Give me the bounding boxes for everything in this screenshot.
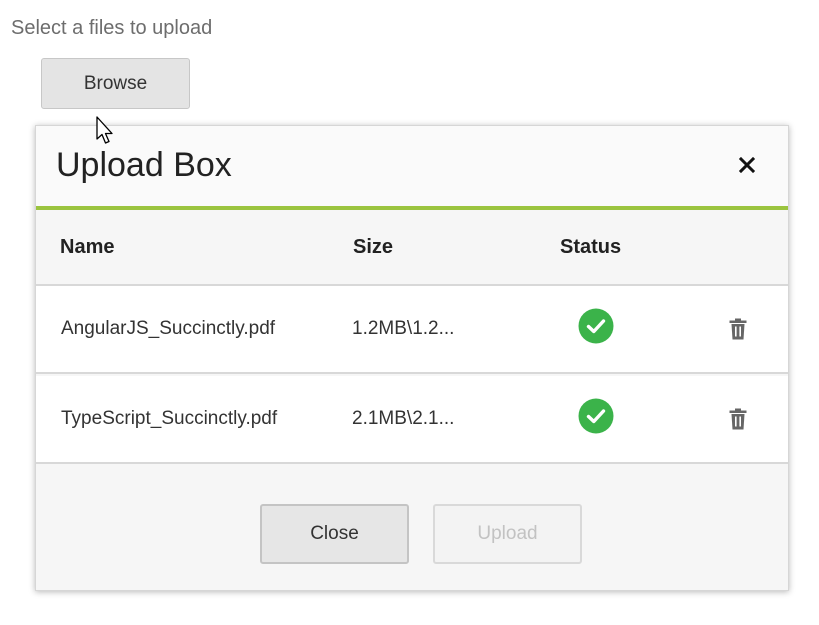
close-icon[interactable]: [736, 154, 758, 176]
check-circle-icon: [578, 398, 614, 434]
file-row: AngularJS_Succinctly.pdf 1.2MB\1.2...: [36, 286, 788, 374]
trash-icon[interactable]: [728, 318, 748, 340]
file-row: TypeScript_Succinctly.pdf 2.1MB\2.1...: [36, 376, 788, 464]
upload-prompt: Select a files to upload: [11, 17, 213, 39]
column-header-status: Status: [560, 236, 622, 258]
column-header-size: Size: [353, 236, 394, 258]
file-table-header: Name Size Status: [36, 210, 788, 286]
upload-button[interactable]: Upload: [433, 504, 582, 564]
page: Select a files to upload Browse Upload B…: [0, 0, 819, 625]
dialog-title: Upload Box: [56, 146, 232, 184]
file-size: 2.1MB\2.1...: [352, 408, 455, 429]
close-button[interactable]: Close: [260, 504, 409, 564]
dialog-header: Upload Box: [36, 126, 788, 210]
browse-button[interactable]: Browse: [41, 58, 190, 109]
file-size: 1.2MB\1.2...: [352, 318, 455, 339]
trash-icon[interactable]: [728, 408, 748, 430]
upload-dialog: Upload Box Name Size Status AngularJS_Su…: [35, 125, 789, 591]
check-circle-icon: [578, 308, 614, 344]
column-header-name: Name: [60, 236, 115, 258]
file-name: TypeScript_Succinctly.pdf: [61, 408, 278, 429]
mouse-pointer-icon: [96, 116, 113, 144]
file-name: AngularJS_Succinctly.pdf: [61, 318, 276, 339]
